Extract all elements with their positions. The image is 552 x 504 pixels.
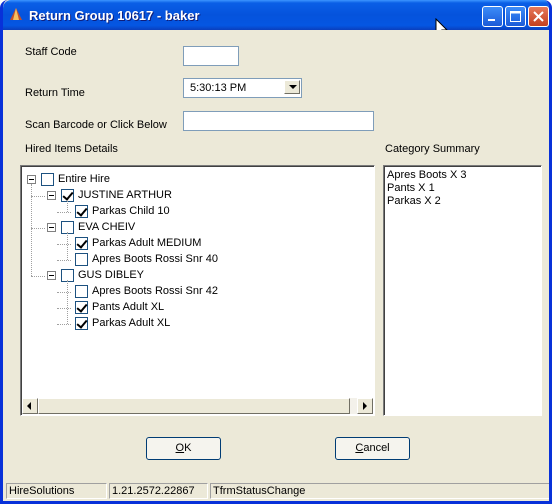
tree-connector-line xyxy=(31,228,45,229)
tree-connector-line xyxy=(31,184,32,276)
collapse-toggle-icon[interactable] xyxy=(47,271,56,280)
cancel-button[interactable]: Cancel xyxy=(335,437,410,460)
tree-connector-line xyxy=(57,260,71,261)
hired-items-tree[interactable]: Entire Hire JUSTINE ARTHUR Parkas Child 10… xyxy=(20,165,375,416)
tree-node-checkbox[interactable] xyxy=(75,237,88,250)
scroll-right-button[interactable] xyxy=(357,398,373,414)
scan-barcode-label: Scan Barcode or Click Below xyxy=(25,119,167,131)
collapse-toggle-icon[interactable] xyxy=(47,191,56,200)
tree-connector-line xyxy=(57,212,71,213)
category-summary-list[interactable]: Apres Boots X 3 Pants X 1 Parkas X 2 xyxy=(383,165,542,416)
app-icon xyxy=(10,8,22,20)
close-icon xyxy=(533,11,544,22)
tree-node-label: Pants Adult XL xyxy=(92,301,165,313)
minimize-icon xyxy=(488,19,495,21)
dropdown-button[interactable] xyxy=(284,80,300,94)
tree-connector-line xyxy=(57,292,71,293)
minimize-button[interactable] xyxy=(482,6,503,27)
hired-items-label: Hired Items Details xyxy=(25,143,118,155)
tree-node-label: JUSTINE ARTHUR xyxy=(78,189,172,201)
tree-node-checkbox[interactable] xyxy=(75,253,88,266)
category-summary-item: Pants X 1 xyxy=(387,182,435,194)
tree-node-label: Parkas Adult MEDIUM xyxy=(92,237,202,249)
collapse-toggle-icon[interactable] xyxy=(27,175,36,184)
scan-barcode-input[interactable] xyxy=(183,111,374,131)
return-time-label: Return Time xyxy=(25,87,85,99)
close-button[interactable] xyxy=(528,6,549,27)
status-bar: HireSolutions 1.21.2572.22867 TfrmStatus… xyxy=(6,481,549,501)
tree-node-label: Parkas Adult XL xyxy=(92,317,171,329)
staff-code-input[interactable] xyxy=(183,46,239,66)
tree-connector-line xyxy=(67,200,68,212)
dialog-body: Staff Code Return Time 5:30:13 PM Scan B… xyxy=(6,30,549,501)
maximize-button[interactable] xyxy=(505,6,526,27)
tree-node-label: Apres Boots Rossi Snr 40 xyxy=(92,253,218,265)
tree-node-label: EVA CHEIV xyxy=(78,221,136,233)
window-title: Return Group 10617 - baker xyxy=(29,8,200,23)
maximize-icon xyxy=(510,11,521,22)
tree-connector-line xyxy=(31,276,45,277)
return-time-value: 5:30:13 PM xyxy=(190,82,247,94)
category-summary-item: Parkas X 2 xyxy=(387,195,441,207)
title-bar[interactable]: Return Group 10617 - baker xyxy=(3,0,549,30)
tree-node-checkbox[interactable] xyxy=(75,285,88,298)
horizontal-scrollbar[interactable] xyxy=(22,398,373,414)
return-time-picker[interactable]: 5:30:13 PM xyxy=(183,78,302,98)
scrollbar-thumb[interactable] xyxy=(38,398,350,414)
tree-node-label: Apres Boots Rossi Snr 42 xyxy=(92,285,218,297)
tree-connector-line xyxy=(67,232,68,260)
status-app-name: HireSolutions xyxy=(6,483,107,499)
tree-node-checkbox[interactable] xyxy=(75,301,88,314)
tree-connector-line xyxy=(57,324,71,325)
tree-node-checkbox[interactable] xyxy=(41,173,54,186)
scroll-left-button[interactable] xyxy=(22,398,38,414)
tree-node-label: Entire Hire xyxy=(58,173,110,185)
tree-node-checkbox[interactable] xyxy=(75,205,88,218)
collapse-toggle-icon[interactable] xyxy=(47,223,56,232)
tree-connector-line xyxy=(67,280,68,324)
dialog-window: Return Group 10617 - baker Staff Code Re… xyxy=(0,0,552,504)
status-version: 1.21.2572.22867 xyxy=(109,483,208,499)
status-form-name: TfrmStatusChange xyxy=(210,483,549,499)
tree-connector-line xyxy=(57,244,71,245)
tree-node-label: GUS DIBLEY xyxy=(78,269,145,281)
staff-code-label: Staff Code xyxy=(25,46,77,58)
tree-node-checkbox[interactable] xyxy=(75,317,88,330)
tree-connector-line xyxy=(57,308,71,309)
category-summary-label: Category Summary xyxy=(385,143,480,155)
tree-node-label: Parkas Child 10 xyxy=(92,205,170,217)
category-summary-item: Apres Boots X 3 xyxy=(387,169,467,181)
ok-button[interactable]: OK xyxy=(146,437,221,460)
tree-connector-line xyxy=(31,196,45,197)
